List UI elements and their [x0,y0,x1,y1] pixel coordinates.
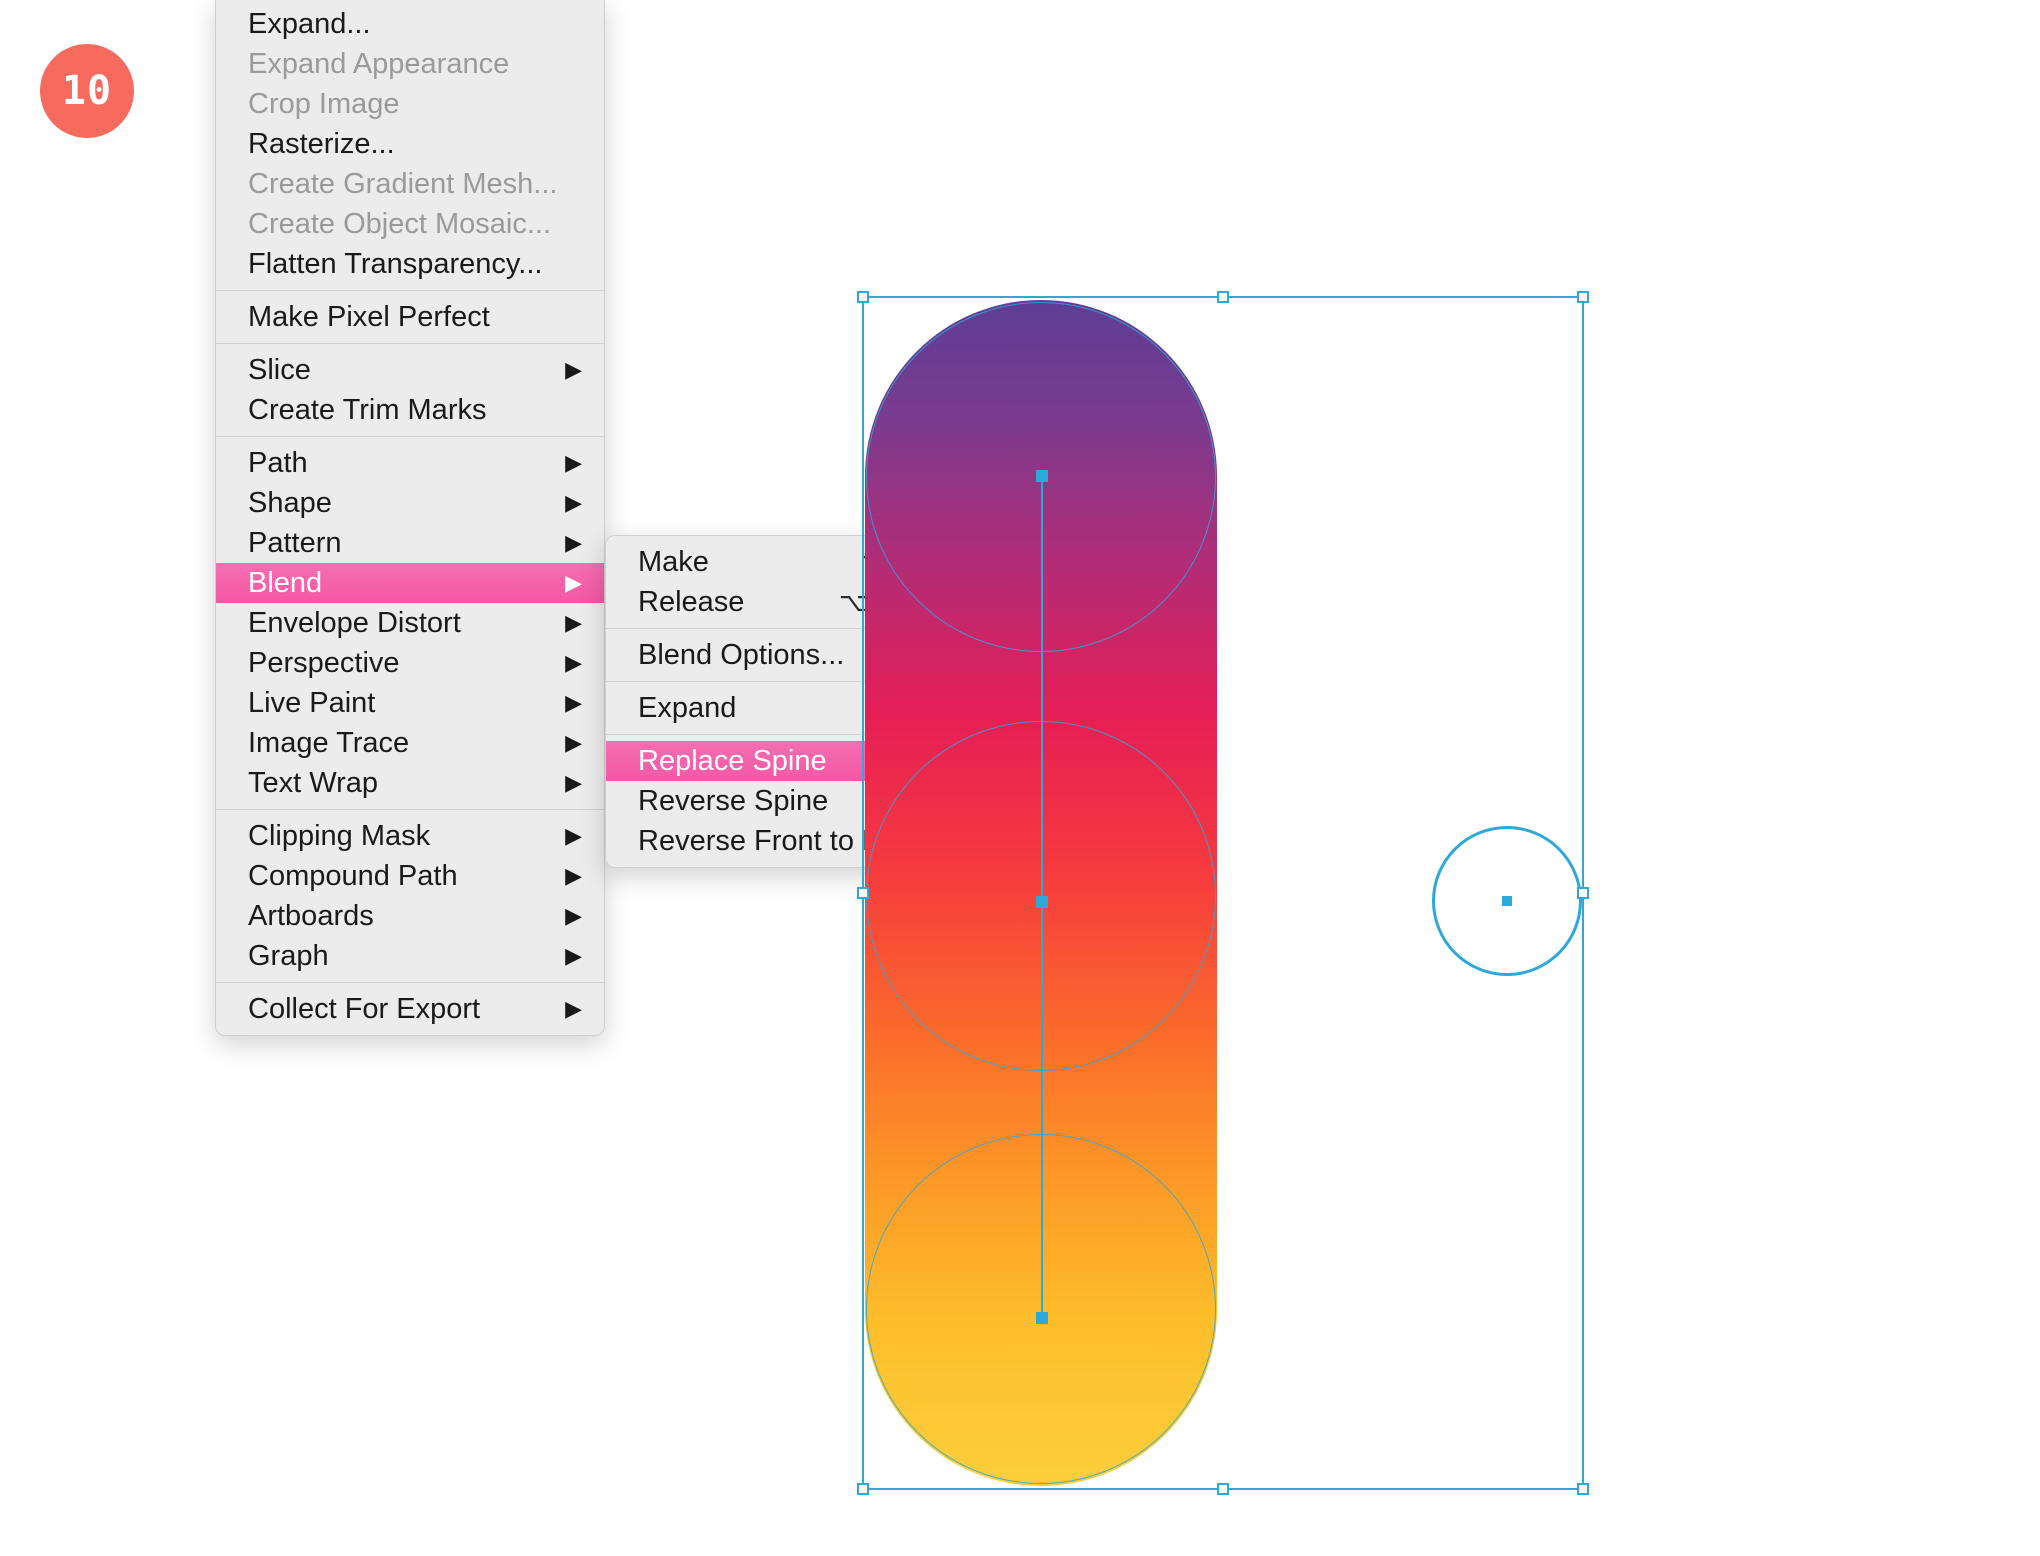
menu-label: Rasterize... [248,126,395,162]
menu-envelope-distort[interactable]: Envelope Distort ▶ [216,603,604,643]
chevron-right-icon: ▶ [565,938,582,974]
menu-blend[interactable]: Blend ▶ [216,563,604,603]
menu-separator [216,982,604,983]
menu-slice[interactable]: Slice ▶ [216,350,604,390]
menu-path[interactable]: Path ▶ [216,443,604,483]
menu-rasterize[interactable]: Rasterize... [216,124,604,164]
chevron-right-icon: ▶ [565,765,582,801]
menu-label: Clipping Mask [248,818,430,854]
menu-label: Make Pixel Perfect [248,299,490,335]
menu-expand[interactable]: Expand... [216,4,604,44]
chevron-right-icon: ▶ [565,858,582,894]
menu-label: Shape [248,485,332,521]
resize-handle[interactable] [1577,887,1589,899]
step-number-badge: 10 [40,44,134,138]
menu-label: Compound Path [248,858,458,894]
submenu-label: Blend Options... [638,637,844,673]
chevron-right-icon: ▶ [565,445,582,481]
menu-label: Pattern [248,525,342,561]
menu-label: Create Gradient Mesh... [248,166,557,202]
chevron-right-icon: ▶ [565,565,582,601]
menu-pixel-perfect[interactable]: Make Pixel Perfect [216,297,604,337]
menu-label: Expand Appearance [248,46,509,82]
menu-perspective[interactable]: Perspective ▶ [216,643,604,683]
submenu-label: Expand [638,690,736,726]
menu-compound-path[interactable]: Compound Path ▶ [216,856,604,896]
object-menu: Expand... Expand Appearance Crop Image R… [215,0,605,1036]
menu-collect-export[interactable]: Collect For Export ▶ [216,989,604,1029]
menu-label: Collect For Export [248,991,480,1027]
menu-label: Image Trace [248,725,409,761]
menu-clipping-mask[interactable]: Clipping Mask ▶ [216,816,604,856]
resize-handle[interactable] [1577,291,1589,303]
submenu-label: Release [638,584,744,620]
menu-separator [216,809,604,810]
chevron-right-icon: ▶ [565,525,582,561]
menu-label: Slice [248,352,311,388]
menu-text-wrap[interactable]: Text Wrap ▶ [216,763,604,803]
submenu-label: Make [638,544,709,580]
menu-label: Create Trim Marks [248,392,486,428]
menu-label: Envelope Distort [248,605,461,641]
resize-handle[interactable] [857,887,869,899]
resize-handle[interactable] [1577,1483,1589,1495]
menu-gradient-mesh: Create Gradient Mesh... [216,164,604,204]
menu-label: Flatten Transparency... [248,246,542,282]
chevron-right-icon: ▶ [565,818,582,854]
chevron-right-icon: ▶ [565,685,582,721]
menu-label: Text Wrap [248,765,378,801]
selection-bounding-box [862,296,1584,1490]
menu-separator [216,343,604,344]
artboard-canvas[interactable] [862,296,1584,1490]
menu-expand-appearance: Expand Appearance [216,44,604,84]
submenu-label: Reverse Spine [638,783,828,819]
menu-label: Blend [248,565,322,601]
chevron-right-icon: ▶ [565,725,582,761]
chevron-right-icon: ▶ [565,645,582,681]
menu-label: Graph [248,938,329,974]
resize-handle[interactable] [857,1483,869,1495]
resize-handle[interactable] [857,291,869,303]
menu-image-trace[interactable]: Image Trace ▶ [216,723,604,763]
chevron-right-icon: ▶ [565,991,582,1027]
menu-artboards[interactable]: Artboards ▶ [216,896,604,936]
chevron-right-icon: ▶ [565,605,582,641]
menu-label: Crop Image [248,86,400,122]
menu-crop-image: Crop Image [216,84,604,124]
menu-flatten-transparency[interactable]: Flatten Transparency... [216,244,604,284]
menu-label: Live Paint [248,685,375,721]
menu-object-mosaic: Create Object Mosaic... [216,204,604,244]
menu-pattern[interactable]: Pattern ▶ [216,523,604,563]
menu-label: Perspective [248,645,400,681]
menu-separator [216,290,604,291]
menu-graph[interactable]: Graph ▶ [216,936,604,976]
menu-label: Expand... [248,6,371,42]
menu-live-paint[interactable]: Live Paint ▶ [216,683,604,723]
chevron-right-icon: ▶ [565,485,582,521]
menu-trim-marks[interactable]: Create Trim Marks [216,390,604,430]
menu-label: Artboards [248,898,374,934]
menu-shape[interactable]: Shape ▶ [216,483,604,523]
resize-handle[interactable] [1217,1483,1229,1495]
chevron-right-icon: ▶ [565,352,582,388]
resize-handle[interactable] [1217,291,1229,303]
submenu-label: Replace Spine [638,743,827,779]
menu-label: Path [248,445,308,481]
chevron-right-icon: ▶ [565,898,582,934]
menu-separator [216,436,604,437]
menu-label: Create Object Mosaic... [248,206,551,242]
